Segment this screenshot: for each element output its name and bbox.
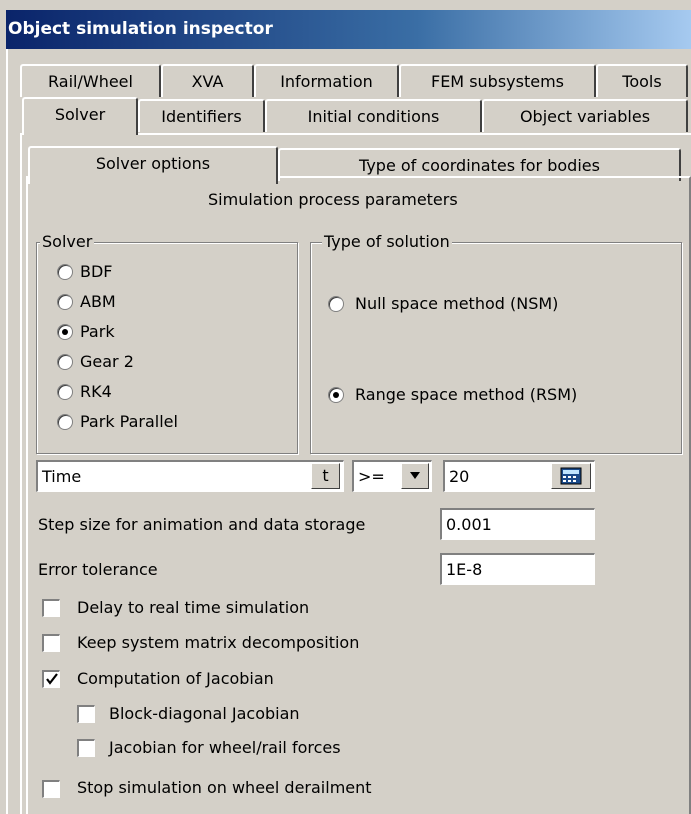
radio-park-label: Park	[80, 322, 115, 341]
error-tolerance-field[interactable]: 1E-8	[440, 553, 595, 585]
tab-fem-subsystems[interactable]: FEM subsystems	[399, 64, 596, 97]
radio-rsm[interactable]	[328, 387, 344, 403]
error-tolerance-label: Error tolerance	[38, 560, 158, 579]
jacobian-checkbox[interactable]	[42, 670, 60, 688]
radio-abm-label: ABM	[80, 292, 116, 311]
stop-derailment-checkbox[interactable]	[42, 780, 60, 798]
radio-selected-dot	[333, 392, 339, 398]
solver-group-legend: Solver	[40, 232, 95, 251]
tab-identifiers[interactable]: Identifiers	[138, 99, 265, 132]
radio-rsm-label: Range space method (RSM)	[355, 385, 578, 404]
tab-rail-wheel[interactable]: Rail/Wheel	[20, 64, 161, 97]
stop-derailment-label: Stop simulation on wheel derailment	[77, 778, 372, 797]
radio-nsm-label: Null space method (NSM)	[355, 294, 559, 313]
radio-park[interactable]	[57, 324, 73, 340]
tab-solver[interactable]: Solver	[22, 97, 138, 135]
window-title: Object simulation inspector	[6, 10, 691, 49]
tab-initial-conditions[interactable]: Initial conditions	[265, 99, 482, 132]
radio-park-parallel[interactable]	[57, 414, 73, 430]
tab-object-variables[interactable]: Object variables	[482, 99, 688, 132]
delay-realtime-checkbox[interactable]	[42, 599, 60, 617]
subtab-solver-options[interactable]: Solver options	[28, 146, 278, 184]
radio-rk4-label: RK4	[80, 382, 112, 401]
tab-information[interactable]: Information	[254, 64, 399, 97]
calculator-button[interactable]	[551, 463, 591, 489]
solution-group-legend: Type of solution	[322, 232, 452, 251]
block-diagonal-label: Block-diagonal Jacobian	[109, 704, 300, 723]
radio-park-parallel-label: Park Parallel	[80, 412, 178, 431]
radio-bdf[interactable]	[57, 264, 73, 280]
operator-dropdown-button[interactable]	[401, 463, 429, 489]
tab-xva[interactable]: XVA	[161, 64, 254, 97]
radio-nsm[interactable]	[328, 296, 344, 312]
block-diagonal-checkbox[interactable]	[77, 705, 95, 723]
radio-abm[interactable]	[57, 294, 73, 310]
radio-rk4[interactable]	[57, 384, 73, 400]
calculator-icon	[560, 467, 582, 485]
stop-variable-field[interactable]: Time	[36, 460, 344, 492]
jacobian-label: Computation of Jacobian	[77, 669, 274, 688]
wheel-rail-jacobian-label: Jacobian for wheel/rail forces	[109, 738, 341, 757]
variable-select-button[interactable]: t	[311, 463, 340, 489]
solution-type-groupbox	[310, 242, 682, 454]
tab-tools[interactable]: Tools	[596, 64, 688, 97]
operator-value: >=	[358, 467, 385, 486]
keep-matrix-label: Keep system matrix decomposition	[77, 633, 360, 652]
radio-gear-2-label: Gear 2	[80, 352, 134, 371]
section-title: Simulation process parameters	[208, 190, 458, 209]
wheel-rail-jacobian-checkbox[interactable]	[77, 739, 95, 757]
checkmark-icon	[45, 673, 58, 685]
chevron-down-icon	[410, 472, 420, 479]
radio-selected-dot	[62, 329, 68, 335]
radio-bdf-label: BDF	[80, 262, 113, 281]
delay-realtime-label: Delay to real time simulation	[77, 598, 310, 617]
keep-matrix-checkbox[interactable]	[42, 634, 60, 652]
step-size-field[interactable]: 0.001	[440, 508, 595, 540]
radio-gear-2[interactable]	[57, 354, 73, 370]
step-size-label: Step size for animation and data storage	[38, 515, 366, 534]
